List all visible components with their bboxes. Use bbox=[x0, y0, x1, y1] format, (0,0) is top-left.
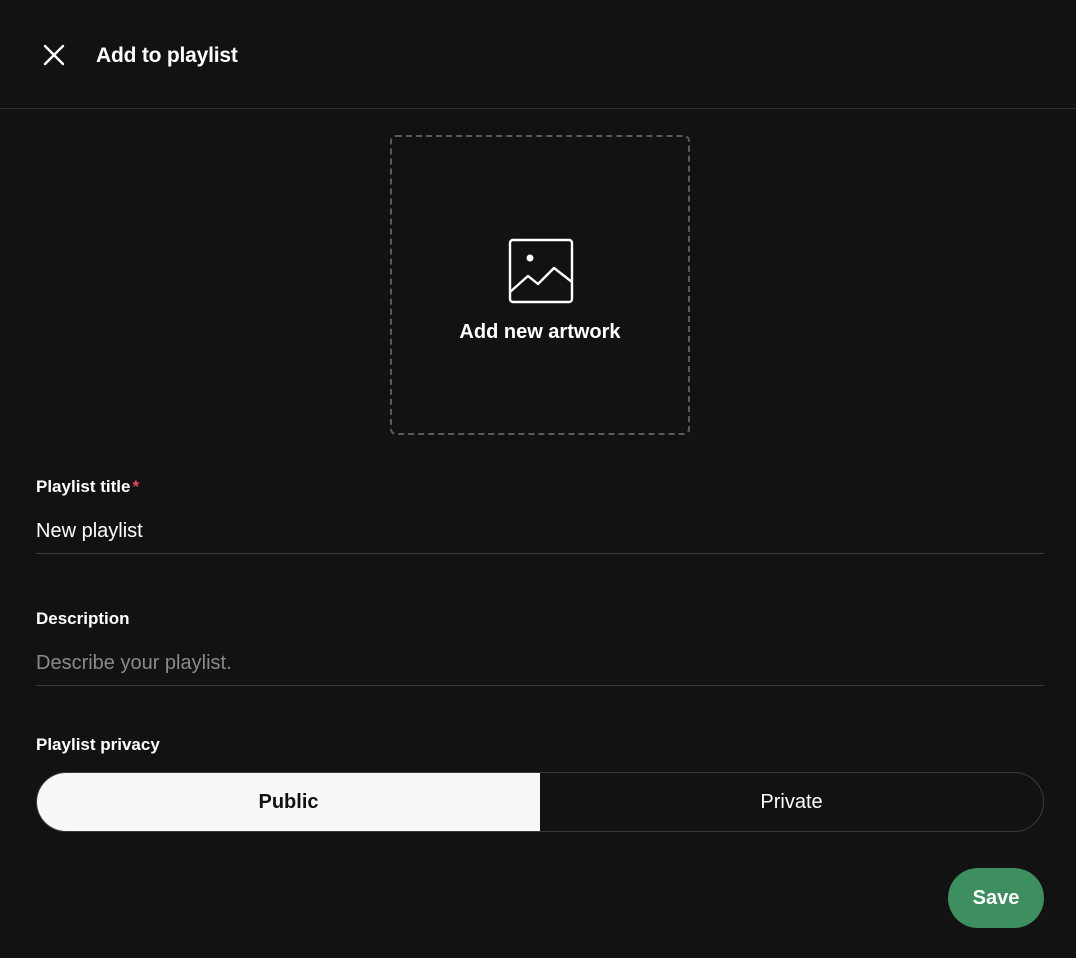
required-marker: * bbox=[132, 477, 140, 496]
playlist-title-label: Playlist title * bbox=[36, 476, 139, 498]
privacy-toggle: Public Private bbox=[36, 772, 1044, 832]
privacy-option-private[interactable]: Private bbox=[540, 773, 1043, 831]
save-button[interactable]: Save bbox=[948, 868, 1044, 928]
playlist-privacy-label: Playlist privacy bbox=[36, 735, 160, 754]
description-label: Description bbox=[36, 609, 130, 628]
playlist-title-label-text: Playlist title bbox=[36, 477, 131, 496]
description-input[interactable] bbox=[36, 642, 1044, 686]
image-icon bbox=[508, 238, 574, 304]
playlist-title-input[interactable] bbox=[36, 510, 1044, 554]
add-artwork-dropzone[interactable]: Add new artwork bbox=[390, 135, 690, 435]
dialog-header: Add to playlist bbox=[0, 0, 1076, 109]
add-artwork-label: Add new artwork bbox=[459, 321, 621, 343]
privacy-option-public[interactable]: Public bbox=[37, 773, 540, 831]
close-button[interactable] bbox=[38, 39, 70, 71]
close-icon bbox=[43, 44, 65, 66]
dialog-title: Add to playlist bbox=[96, 44, 238, 67]
